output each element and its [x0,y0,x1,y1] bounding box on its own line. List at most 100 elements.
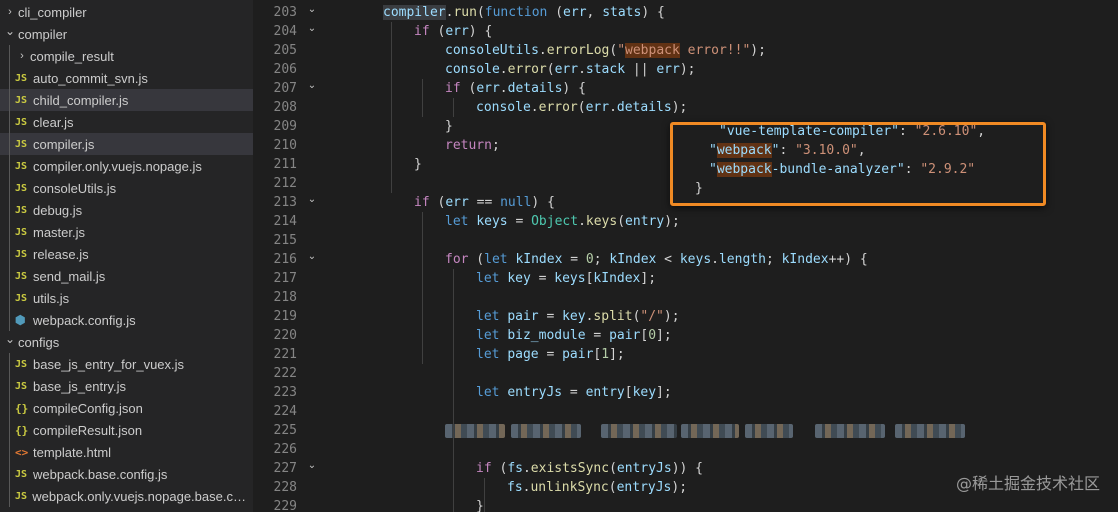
file-auto-commit-svn-js[interactable]: JS auto_commit_svn.js [0,67,253,89]
code-token: return [445,138,492,153]
javascript-file-icon: JS [15,468,28,480]
code-token: ); [664,214,680,229]
tree-item-label: webpack.base.config.js [33,466,168,482]
file-webpack-base-config-js[interactable]: JS webpack.base.config.js [0,463,253,485]
indent-guide [391,22,392,193]
javascript-file-icon: JS [15,270,28,282]
code-line[interactable]: if (err.details) { [445,79,586,98]
code-line[interactable]: console.error(err.details); [476,98,687,117]
chevron-down-icon[interactable]: ⌄ [2,332,18,346]
code-line[interactable]: } [445,117,453,136]
indent-guide [9,375,10,397]
code-line[interactable]: let keys = Object.keys(entry); [445,212,680,231]
folder-cli-compiler[interactable]: › cli_compiler [0,1,253,23]
tree-item-label: webpack.only.vuejs.nopage.base.conf... [32,488,253,504]
fold-chevron-icon[interactable]: ⌄ [305,193,319,212]
code-token: err [563,5,587,20]
code-line[interactable]: console.error(err.stack || err); [445,60,696,79]
code-token: 0 [585,252,594,267]
code-line[interactable]: fs.unlinkSync(entryJs); [507,478,687,497]
folder-compile-result[interactable]: › compile_result [0,45,253,67]
line-number: 214 [273,214,297,229]
code-token: keys [585,214,618,229]
code-line[interactable]: } [476,497,484,512]
code-token: error!!" [679,43,751,58]
javascript-file-icon: JS [15,94,28,106]
code-editor[interactable]: 203 ⌄ compiler.run(function (err, stats) {… [253,0,1118,512]
file-utils-js[interactable]: JS utils.js [0,287,253,309]
file-child-compiler-js[interactable]: JS child_compiler.js [0,89,253,111]
file-base-js-entry-for-vuex-js[interactable]: JS base_js_entry_for_vuex.js [0,353,253,375]
code-token: kIndex [609,252,657,267]
tree-item-label: master.js [33,224,86,240]
code-line[interactable]: let page = pair[1]; [476,345,625,364]
code-line[interactable]: for (let kIndex = 0; kIndex < keys.lengt… [445,250,868,269]
code-token: page [507,347,539,362]
line-number: 211 [273,157,297,172]
file-compiler-only-vuejs-nopage-js[interactable]: JS compiler.only.vuejs.nopage.js [0,155,253,177]
fold-chevron-icon[interactable]: ⌄ [305,22,319,41]
code-line[interactable]: compiler.run(function (err, stats) { [383,3,665,22]
code-line[interactable]: if (err) { [414,22,492,41]
fold-chevron-icon[interactable]: ⌄ [305,459,319,478]
file-master-js[interactable]: JS master.js [0,221,253,243]
line-number: 206 [273,62,297,77]
code-token: ( [608,480,617,495]
chevron-right-icon[interactable]: › [14,50,30,62]
code-line[interactable]: if (fs.existsSync(entryJs)) { [476,459,703,478]
snippet-token: webpack [716,162,772,177]
code-line[interactable]: let biz_module = pair[0]; [476,326,672,345]
code-line[interactable]: consoleUtils.errorLog("webpack error!!")… [445,41,766,60]
code-token: 1 [601,347,610,362]
file-debug-js[interactable]: JS debug.js [0,199,253,221]
code-token: console [445,62,500,77]
file-webpack-config-js[interactable]: ⬢ webpack.config.js [0,309,253,331]
tree-item-label: clear.js [33,114,74,130]
fold-chevron-icon[interactable]: ⌄ [305,250,319,269]
file-base-js-entry-js[interactable]: JS base_js_entry.js [0,375,253,397]
file-webpack-only-vuejs-nopage-base-conf-[interactable]: JS webpack.only.vuejs.nopage.base.conf... [0,485,253,507]
code-token: null [500,195,532,210]
tree-item-label: compile_result [30,48,114,64]
tree-item-label: auto_commit_svn.js [33,70,148,86]
redacted-code [681,424,739,438]
tree-item-label: configs [18,334,60,350]
file-compileconfig-json[interactable]: {} compileConfig.json [0,397,253,419]
indent-guide [422,212,423,364]
file-release-js[interactable]: JS release.js [0,243,253,265]
file-clear-js[interactable]: JS clear.js [0,111,253,133]
code-token: == [468,195,501,210]
line-number: 213 [273,195,297,210]
indent-guide [9,397,10,419]
file-consoleutils-js[interactable]: JS consoleUtils.js [0,177,253,199]
code-line[interactable]: let entryJs = entry[key]; [476,383,672,402]
code-token: ( [429,24,446,39]
folder-configs[interactable]: ⌄ configs [0,331,253,353]
code-line[interactable]: return; [445,136,500,155]
indent-guide [9,353,10,375]
tree-item-label: compiler.js [33,136,95,152]
code-token: existsSync [530,461,610,476]
line-number: 212 [273,176,297,191]
chevron-down-icon[interactable]: ⌄ [2,24,18,38]
code-token: keys [476,214,508,229]
file-send-mail-js[interactable]: JS send_mail.js [0,265,253,287]
javascript-file-icon: JS [15,490,28,502]
code-line[interactable]: let key = keys[kIndex]; [476,269,656,288]
fold-chevron-icon[interactable]: ⌄ [305,3,319,22]
fold-chevron-icon[interactable]: ⌄ [305,79,319,98]
file-compileresult-json[interactable]: {} compileResult.json [0,419,253,441]
folder-compiler[interactable]: ⌄ compiler [0,23,253,45]
tree-item-label: utils.js [33,290,70,306]
code-line[interactable]: let pair = key.split("/"); [476,307,680,326]
tree-item-label: cli_compiler [18,4,87,20]
code-line[interactable]: } [414,155,422,174]
file-template-html[interactable]: <> template.html [0,441,253,463]
code-token: keys [554,271,586,286]
indent-guide [9,199,10,221]
snippet-line: } [695,179,703,198]
chevron-right-icon[interactable]: › [2,6,18,18]
file-compiler-js[interactable]: JS compiler.js [0,133,253,155]
code-token: entry [585,385,625,400]
code-line[interactable]: if (err == null) { [414,193,555,212]
